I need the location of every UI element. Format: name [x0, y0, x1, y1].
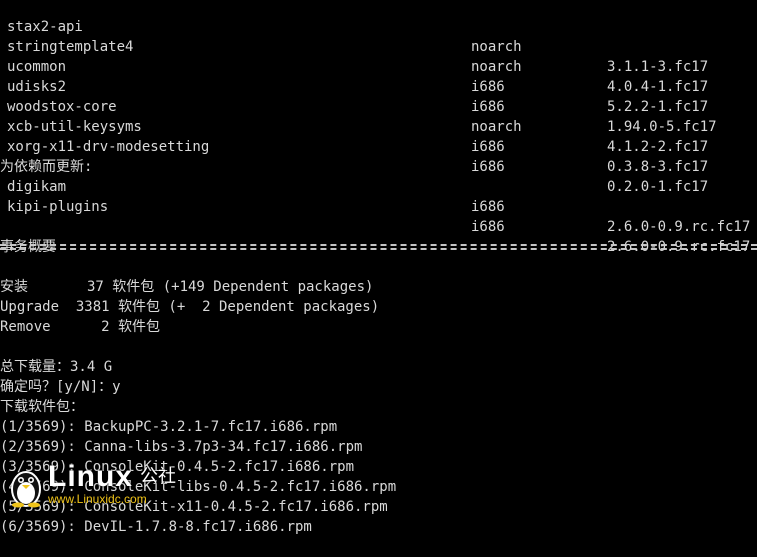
download-line: (1/3569): BackupPC-3.2.1-7.fc17.i686.rpm: [0, 397, 757, 435]
package-row: digikam i686 2.6.0-0.9.rc.fc17: [0, 157, 757, 235]
total-download-line: 总下载量：3.4 G: [0, 337, 757, 375]
download-line: (3/3569): ConsoleKit-0.4.5-2.fc17.i686.r…: [0, 437, 757, 475]
summary-heading-line: 事务概要: [0, 217, 757, 255]
dependency-updates-heading-line: 为依赖而更新:: [0, 137, 757, 175]
package-row: stringtemplate4 noarch 4.0.4-1.fc17: [0, 17, 757, 95]
download-line: (4/3569): ConsoleKit-libs-0.4.5-2.fc17.i…: [0, 457, 757, 495]
package-row: stax2-api noarch 3.1.1-3.fc17: [0, 0, 757, 75]
package-row: udisks2 i686 1.94.0-5.fc17: [0, 57, 757, 135]
summary-line: Remove 2 软件包: [0, 297, 757, 335]
package-row: ucommon i686 5.2.2-1.fc17: [0, 37, 757, 115]
separator-bottom: [0, 248, 757, 250]
confirm-prompt-line[interactable]: 确定吗？[y/N]：y: [0, 357, 757, 395]
package-row: xcb-util-keysyms i686 0.3.8-3.fc17: [0, 97, 757, 175]
package-row: xorg-x11-drv-modesetting i686 0.2.0-1.fc…: [0, 117, 757, 195]
summary-line: Upgrade 3381 软件包 (+ 2 Dependent packages…: [0, 277, 757, 315]
package-row: kipi-plugins i686 2.6.0-0.9.rc.fc17: [0, 177, 757, 255]
separator-line: [0, 237, 757, 257]
download-line: (5/3569): ConsoleKit-x11-0.4.5-2.fc17.i6…: [0, 477, 757, 515]
package-row: woodstox-core noarch 4.1.2-2.fc17: [0, 77, 757, 155]
separator-top: [0, 244, 757, 246]
download-line: (6/3569): DevIL-1.7.8-8.fc17.i686.rpm: [0, 497, 757, 535]
terminal-output[interactable]: stax2-api noarch 3.1.1-3.fc17 stringtemp…: [0, 0, 757, 535]
summary-line: 安装 37 软件包 (+149 Dependent packages): [0, 257, 757, 295]
download-item: (6/3569): DevIL-1.7.8-8.fc17.i686.rpm: [0, 519, 312, 535]
download-line: (2/3569): Canna-libs-3.7p3-34.fc17.i686.…: [0, 417, 757, 455]
downloading-heading-line: 下载软件包：: [0, 377, 757, 415]
